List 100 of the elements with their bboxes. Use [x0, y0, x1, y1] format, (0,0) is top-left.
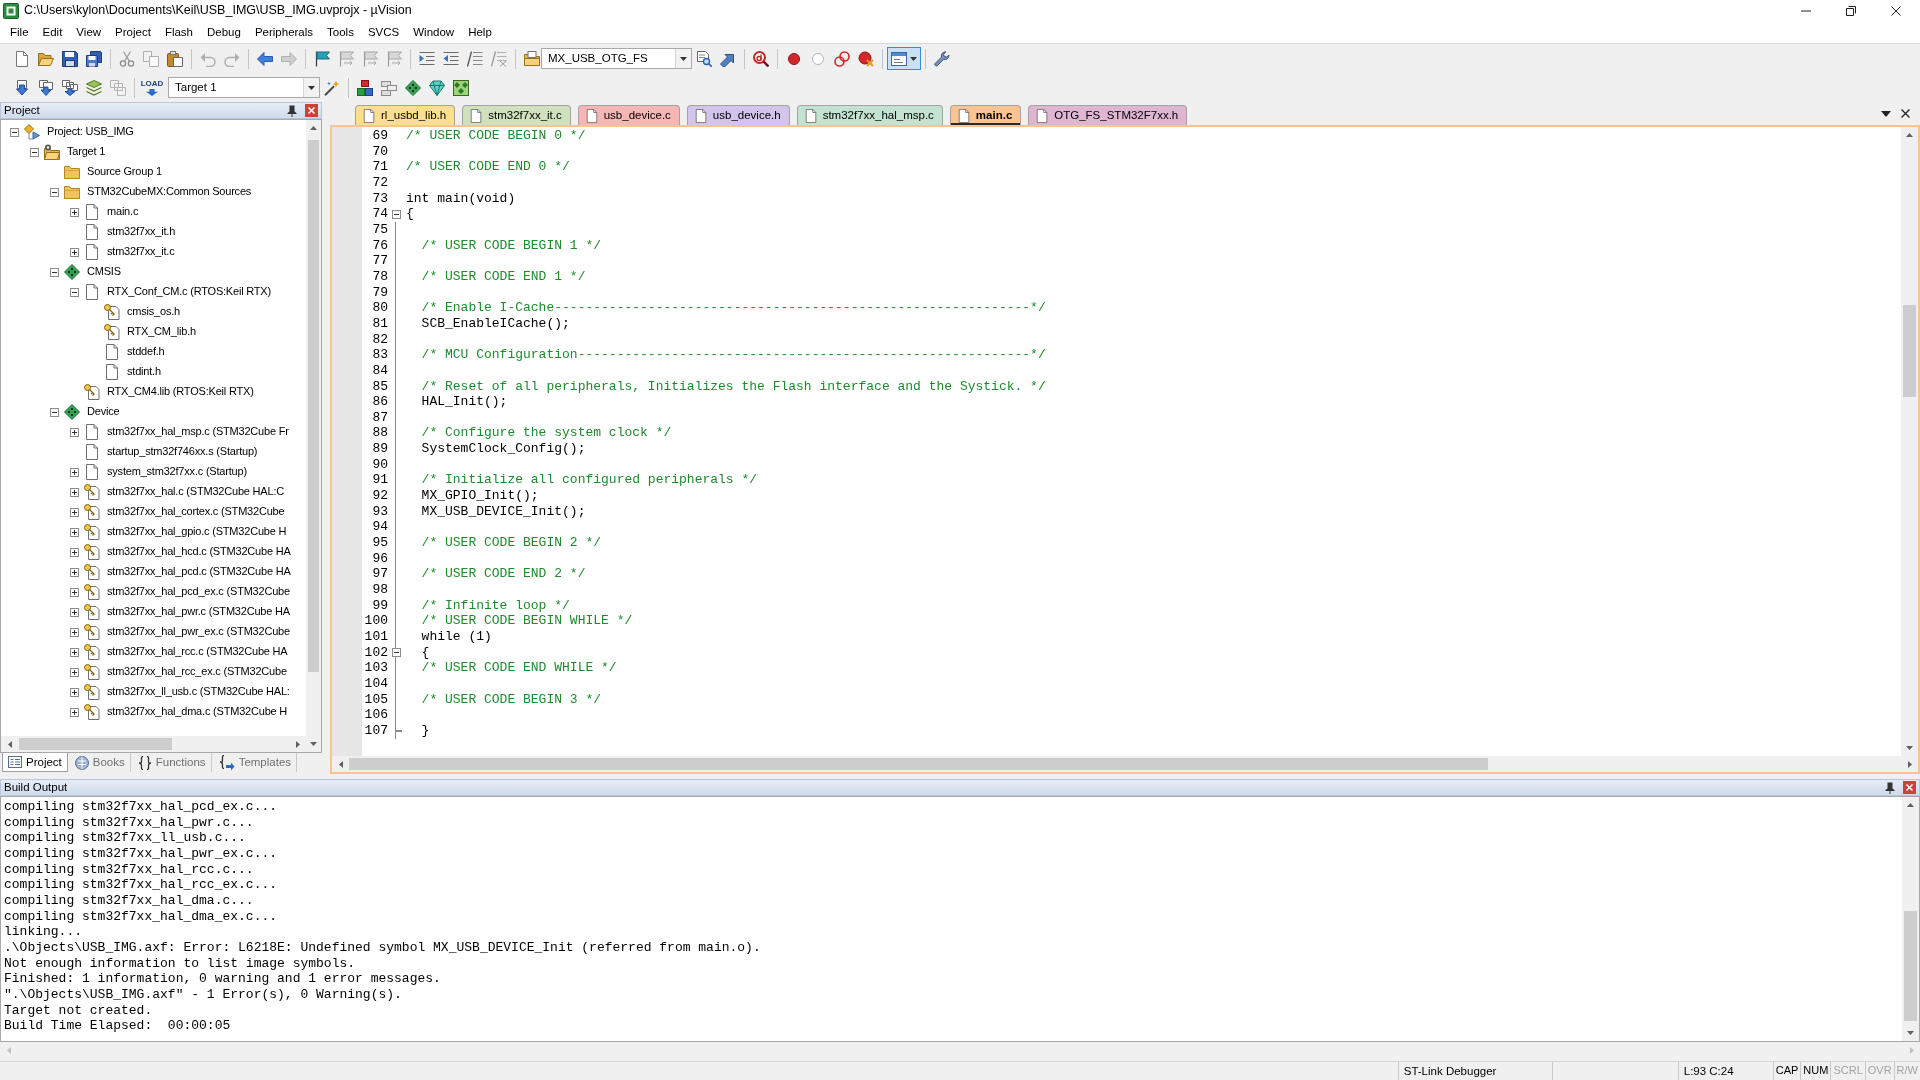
- new-file-icon[interactable]: [14, 50, 30, 67]
- tree-item[interactable]: stm32f7xx_hal_pwr.c (STM32Cube HA: [107, 605, 290, 619]
- back-arrow-icon[interactable]: [257, 50, 273, 67]
- documents-arrow-icon[interactable]: [38, 79, 54, 96]
- expand-toggle-icon[interactable]: [70, 647, 79, 657]
- expand-toggle-icon[interactable]: [70, 427, 79, 437]
- tree-item[interactable]: STM32CubeMX:Common Sources: [87, 185, 252, 199]
- menu-item[interactable]: Peripherals: [247, 24, 321, 41]
- search-document-icon[interactable]: [696, 50, 712, 67]
- wrench-icon[interactable]: [934, 50, 950, 67]
- tree-item[interactable]: stdint.h: [127, 365, 161, 379]
- menu-item[interactable]: SVCS: [360, 24, 407, 41]
- expand-toggle-icon[interactable]: [70, 627, 79, 637]
- file-tab[interactable]: usb_device.c: [577, 105, 680, 125]
- tree-item[interactable]: RTX_CM_lib.h: [127, 325, 196, 339]
- tree-item[interactable]: RTX_CM4.lib (RTOS:Keil RTX): [107, 385, 254, 399]
- panel-tab[interactable]: Templates: [213, 753, 298, 772]
- collapse-toggle-icon[interactable]: [70, 287, 79, 297]
- dropdown-caret-icon[interactable]: [308, 85, 315, 90]
- tree-item[interactable]: stm32f7xx_it.c: [107, 245, 175, 259]
- tree-item[interactable]: stm32f7xx_hal_dma.c (STM32Cube H: [107, 705, 288, 719]
- restore-icon[interactable]: [1846, 6, 1856, 16]
- diamond-icon[interactable]: [405, 79, 421, 96]
- menu-item[interactable]: Tools: [320, 24, 361, 41]
- collapse-toggle-icon[interactable]: [30, 147, 39, 157]
- tab-list-dropdown-icon[interactable]: [1881, 110, 1891, 117]
- file-tab[interactable]: OTG_FS_STM32F7xx.h: [1028, 105, 1188, 125]
- tree-item[interactable]: RTX_Conf_CM.c (RTOS:Keil RTX): [107, 285, 271, 299]
- outdent-icon[interactable]: [443, 50, 459, 67]
- file-tab[interactable]: rl_usbd_lib.h: [355, 105, 456, 125]
- file-tab[interactable]: stm32f7xx_it.c: [462, 105, 571, 125]
- tree-item[interactable]: stm32f7xx_hal_msp.c (STM32Cube Fr: [107, 425, 289, 439]
- tree-item[interactable]: stm32f7xx_hal_rcc_ex.c (STM32Cube: [107, 665, 287, 679]
- tree-item[interactable]: stm32f7xx_hal_cortex.c (STM32Cube: [107, 505, 285, 519]
- menu-item[interactable]: Help: [461, 24, 499, 41]
- scroll-left-arrow-icon[interactable]: [338, 760, 343, 768]
- paste-icon[interactable]: [167, 50, 183, 67]
- file-tab[interactable]: main.c: [949, 105, 1022, 125]
- save-icon[interactable]: [62, 50, 78, 67]
- cut-icon[interactable]: [119, 50, 135, 67]
- collapse-toggle-icon[interactable]: [50, 187, 59, 197]
- close-icon[interactable]: [1901, 109, 1910, 118]
- expand-toggle-icon[interactable]: [70, 567, 79, 577]
- tree-item[interactable]: stm32f7xx_hal_pcd.c (STM32Cube HA: [107, 565, 291, 579]
- save-all-icon[interactable]: [86, 50, 102, 67]
- tree-item[interactable]: Device: [87, 405, 120, 419]
- fold-collapse-icon[interactable]: [391, 648, 401, 657]
- indent-icon[interactable]: [419, 50, 435, 67]
- panel-tab[interactable]: Functions: [132, 753, 212, 772]
- tree-item[interactable]: cmsis_os.h: [127, 305, 181, 319]
- scroll-up-arrow-icon[interactable]: [1907, 803, 1914, 807]
- layers-icon[interactable]: [86, 79, 102, 96]
- load-button[interactable]: LOAD: [139, 74, 165, 101]
- tile-icon[interactable]: [453, 79, 469, 96]
- menu-item[interactable]: Flash: [157, 24, 200, 41]
- stacked-bars-icon[interactable]: [381, 79, 397, 96]
- expand-toggle-icon[interactable]: [70, 247, 79, 257]
- menu-item[interactable]: Debug: [200, 24, 248, 41]
- pin-icon[interactable]: [1885, 781, 1895, 794]
- expand-toggle-icon[interactable]: [70, 487, 79, 497]
- tree-item[interactable]: stm32f7xx_hal.c (STM32Cube HAL:C: [107, 485, 284, 499]
- scroll-down-arrow-icon[interactable]: [1906, 746, 1913, 750]
- panel-tab[interactable]: Project: [2, 753, 68, 772]
- document-arrow-icon[interactable]: [14, 79, 30, 96]
- blocks-icon[interactable]: [357, 79, 373, 96]
- scrollbar-thumb[interactable]: [19, 738, 172, 750]
- scroll-right-arrow-icon[interactable]: [295, 740, 300, 748]
- menu-item[interactable]: Project: [108, 24, 158, 41]
- scrollbar-thumb[interactable]: [349, 758, 1488, 770]
- tree-item[interactable]: Project: USB_IMG: [47, 125, 134, 139]
- scrollbar-thumb[interactable]: [1904, 911, 1917, 1021]
- menu-item[interactable]: File: [3, 24, 36, 41]
- open-folder-icon[interactable]: [38, 50, 54, 67]
- magic-wand-icon[interactable]: [324, 79, 340, 96]
- circle-cross-icon[interactable]: [858, 50, 874, 67]
- scroll-down-arrow-icon[interactable]: [1907, 1031, 1914, 1035]
- scroll-up-arrow-icon[interactable]: [1906, 133, 1913, 137]
- dropdown-caret-icon[interactable]: [680, 56, 687, 61]
- tree-item[interactable]: stm32f7xx_it.h: [107, 225, 176, 239]
- tree-item[interactable]: stddef.h: [127, 345, 165, 359]
- expand-toggle-icon[interactable]: [70, 707, 79, 717]
- linked-rings-icon[interactable]: [834, 50, 850, 67]
- tree-item[interactable]: stm32f7xx_hal_pwr_ex.c (STM32Cube: [107, 625, 290, 639]
- magnifier-icon[interactable]: [753, 50, 769, 67]
- gem-icon[interactable]: [429, 79, 445, 96]
- target-combo[interactable]: Target 1: [168, 77, 320, 98]
- vertical-scrollbar[interactable]: [1902, 797, 1919, 1041]
- expand-toggle-icon[interactable]: [70, 207, 79, 217]
- tree-item[interactable]: stm32f7xx_ll_usb.c (STM32Cube HAL:: [107, 685, 290, 699]
- collapse-toggle-icon[interactable]: [10, 127, 19, 137]
- close-icon[interactable]: [1891, 6, 1901, 16]
- expand-toggle-icon[interactable]: [70, 467, 79, 477]
- menu-item[interactable]: View: [69, 24, 109, 41]
- collapse-toggle-icon[interactable]: [50, 267, 59, 277]
- expand-toggle-icon[interactable]: [70, 687, 79, 697]
- tree-item[interactable]: main.c: [107, 205, 139, 219]
- fold-collapse-icon[interactable]: [391, 209, 401, 219]
- expand-toggle-icon[interactable]: [70, 667, 79, 677]
- tree-item[interactable]: startup_stm32f746xx.s (Startup): [107, 445, 258, 459]
- scroll-left-arrow-icon[interactable]: [7, 740, 12, 748]
